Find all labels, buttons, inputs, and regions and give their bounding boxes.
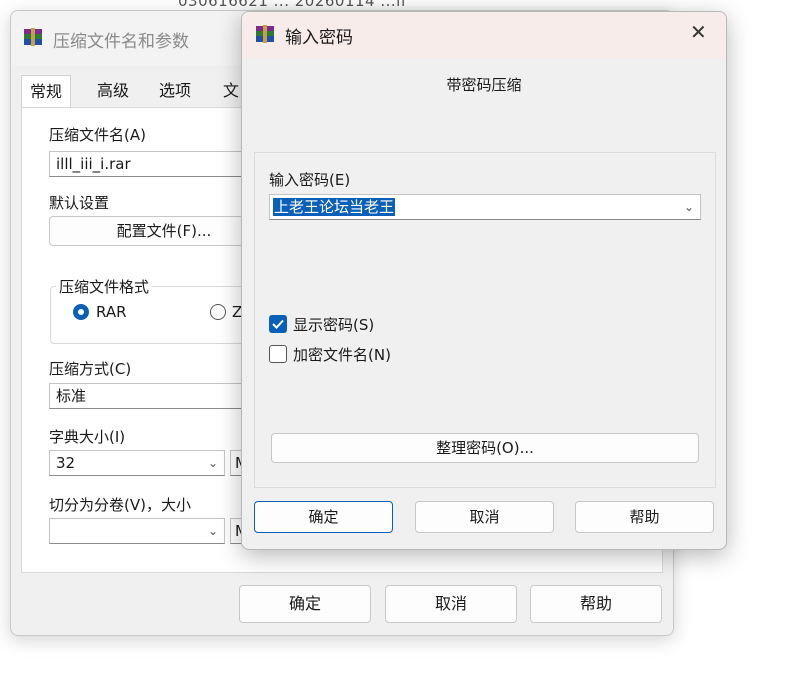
dict-size-label: 字典大小(I) [49, 428, 126, 446]
encrypt-names-label: 加密文件名(N) [293, 346, 391, 364]
split-volumes-label: 切分为分卷(V)，大小 [49, 496, 191, 514]
encrypt-names-checkbox[interactable] [269, 345, 287, 363]
dict-size-value: 32 [56, 454, 76, 472]
back-ok-button[interactable]: 确定 [239, 585, 371, 623]
tab-advanced[interactable]: 高级 [89, 75, 137, 107]
background-file-name: 030616621 ... 20260114 ...lf [178, 0, 407, 10]
dialog-help-button[interactable]: 帮助 [575, 501, 714, 533]
password-input[interactable]: 上老王论坛当老王 ⌄ [269, 194, 701, 220]
chevron-down-icon: ⌄ [207, 524, 218, 538]
tab-options[interactable]: 选项 [151, 75, 199, 107]
dialog-cancel-button[interactable]: 取消 [415, 501, 554, 533]
tab-general[interactable]: 常规 [21, 75, 72, 108]
winrar-icon [255, 24, 275, 48]
split-size-select[interactable]: ⌄ [49, 518, 225, 544]
chevron-down-icon[interactable]: ⌄ [684, 195, 694, 219]
format-group-label: 压缩文件格式 [56, 276, 153, 297]
show-password-label: 显示密码(S) [293, 316, 375, 334]
password-dialog: 输入密码 ✕ 带密码压缩 输入密码(E) 上老王论坛当老王 ⌄ 显示密码(S) … [241, 11, 727, 550]
password-value: 上老王论坛当老王 [273, 198, 396, 216]
dialog-subtitle: 带密码压缩 [446, 76, 522, 94]
dict-size-select[interactable]: 32 ⌄ [49, 450, 225, 476]
archive-name-label: 压缩文件名(A) [49, 126, 146, 144]
organize-passwords-button[interactable]: 整理密码(O)... [271, 433, 699, 463]
chevron-down-icon: ⌄ [207, 456, 218, 470]
password-label: 输入密码(E) [269, 171, 351, 189]
format-rar-radio[interactable] [73, 304, 89, 320]
back-window-title: 压缩文件名和参数 [53, 32, 189, 52]
back-cancel-button[interactable]: 取消 [385, 585, 517, 623]
dialog-title: 输入密码 [285, 28, 353, 48]
dialog-ok-button[interactable]: 确定 [254, 501, 393, 533]
back-help-button[interactable]: 帮助 [530, 585, 662, 623]
password-group: 输入密码(E) 上老王论坛当老王 ⌄ 显示密码(S) 加密文件名(N) 整理密码… [254, 152, 716, 488]
winrar-icon [23, 27, 43, 51]
checkmark-icon [272, 319, 284, 329]
close-icon[interactable]: ✕ [690, 20, 707, 44]
format-zip-radio[interactable] [210, 304, 226, 320]
format-rar-label: RAR [96, 303, 127, 321]
method-label: 压缩方式(C) [49, 360, 132, 378]
show-password-checkbox[interactable] [269, 315, 287, 333]
default-settings-label: 默认设置 [49, 194, 110, 212]
